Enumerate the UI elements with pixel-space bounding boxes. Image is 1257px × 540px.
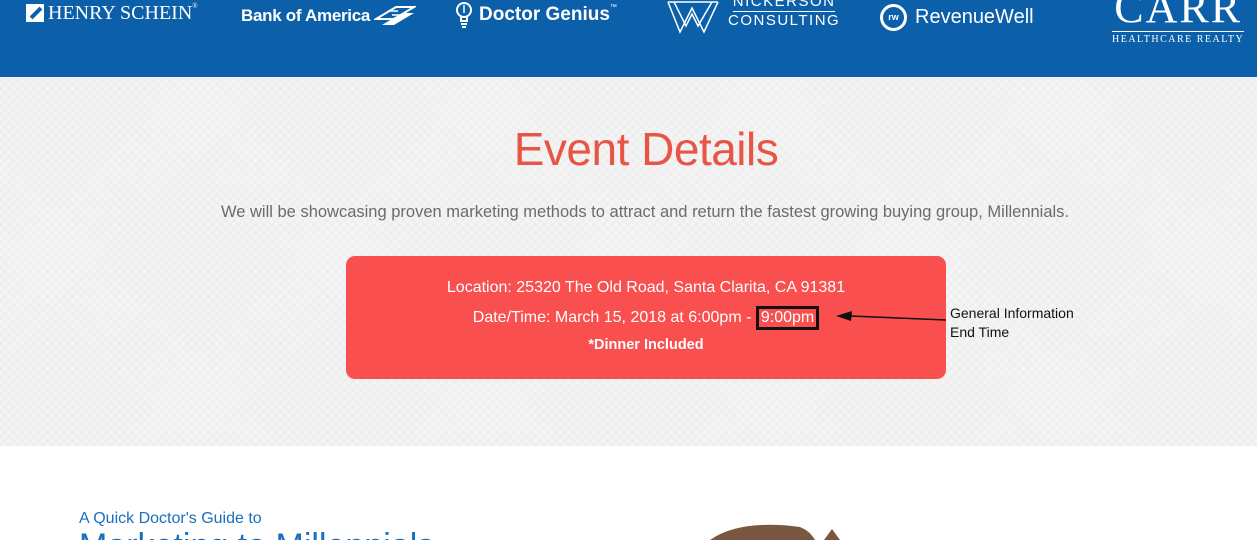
annotation-line1: General Information <box>950 305 1074 321</box>
doctor-genius-text: Doctor Genius™ <box>479 4 617 25</box>
guide-subtitle: A Quick Doctor's Guide to <box>79 510 262 527</box>
revenuewell-badge-icon: rw <box>880 3 907 31</box>
end-time-highlight: 9:00pm <box>755 306 820 330</box>
event-title: Event Details <box>513 123 779 175</box>
annotation-line2: End Time <box>950 324 1010 340</box>
bank-of-america-logo[interactable]: Bank of America <box>241 4 417 28</box>
event-description: We will be showcasing proven marketing m… <box>220 203 1070 221</box>
nickerson-consulting-logo[interactable]: NICKERSON CONSULTING <box>666 0 840 36</box>
carr-text: CARR <box>1114 0 1243 32</box>
datetime-start: Date/Time: March 15, 2018 at 6:00pm - <box>472 309 756 326</box>
flag-icon <box>374 6 417 25</box>
nickerson-line2: CONSULTING <box>728 12 841 29</box>
event-location: Location: 25320 The Old Road, Santa Clar… <box>446 279 846 296</box>
revenuewell-text: RevenueWell <box>915 5 1034 28</box>
annotation-label: General Information End Time <box>950 304 1074 342</box>
sponsor-bar: HENRY SCHEIN® Bank of America Doctor Gen… <box>0 0 1257 77</box>
bank-of-america-text: Bank of America <box>241 6 371 25</box>
guide-title: Marketing to Millennials <box>79 527 434 540</box>
henry-schein-logo[interactable]: HENRY SCHEIN® <box>26 1 198 25</box>
dog-illustration <box>710 524 840 540</box>
dinner-note: *Dinner Included <box>588 337 704 353</box>
event-details-section: Event Details We will be showcasing prov… <box>0 77 1257 446</box>
carr-subtitle: HEALTHCARE REALTY <box>1112 31 1245 45</box>
nickerson-line1: NICKERSON <box>732 0 836 12</box>
nickerson-text: NICKERSON CONSULTING <box>728 0 840 30</box>
henry-schein-text: HENRY SCHEIN® <box>48 1 198 24</box>
lightbulb-icon <box>456 2 472 28</box>
henry-schein-mark-icon <box>26 4 44 22</box>
mountains-icon <box>667 1 719 34</box>
doctor-genius-logo[interactable]: Doctor Genius™ <box>455 1 617 29</box>
carr-healthcare-logo[interactable]: CARR HEALTHCARE REALTY <box>1112 0 1245 45</box>
revenuewell-logo[interactable]: rw RevenueWell <box>880 1 1034 33</box>
annotation-arrow-icon <box>836 311 947 321</box>
